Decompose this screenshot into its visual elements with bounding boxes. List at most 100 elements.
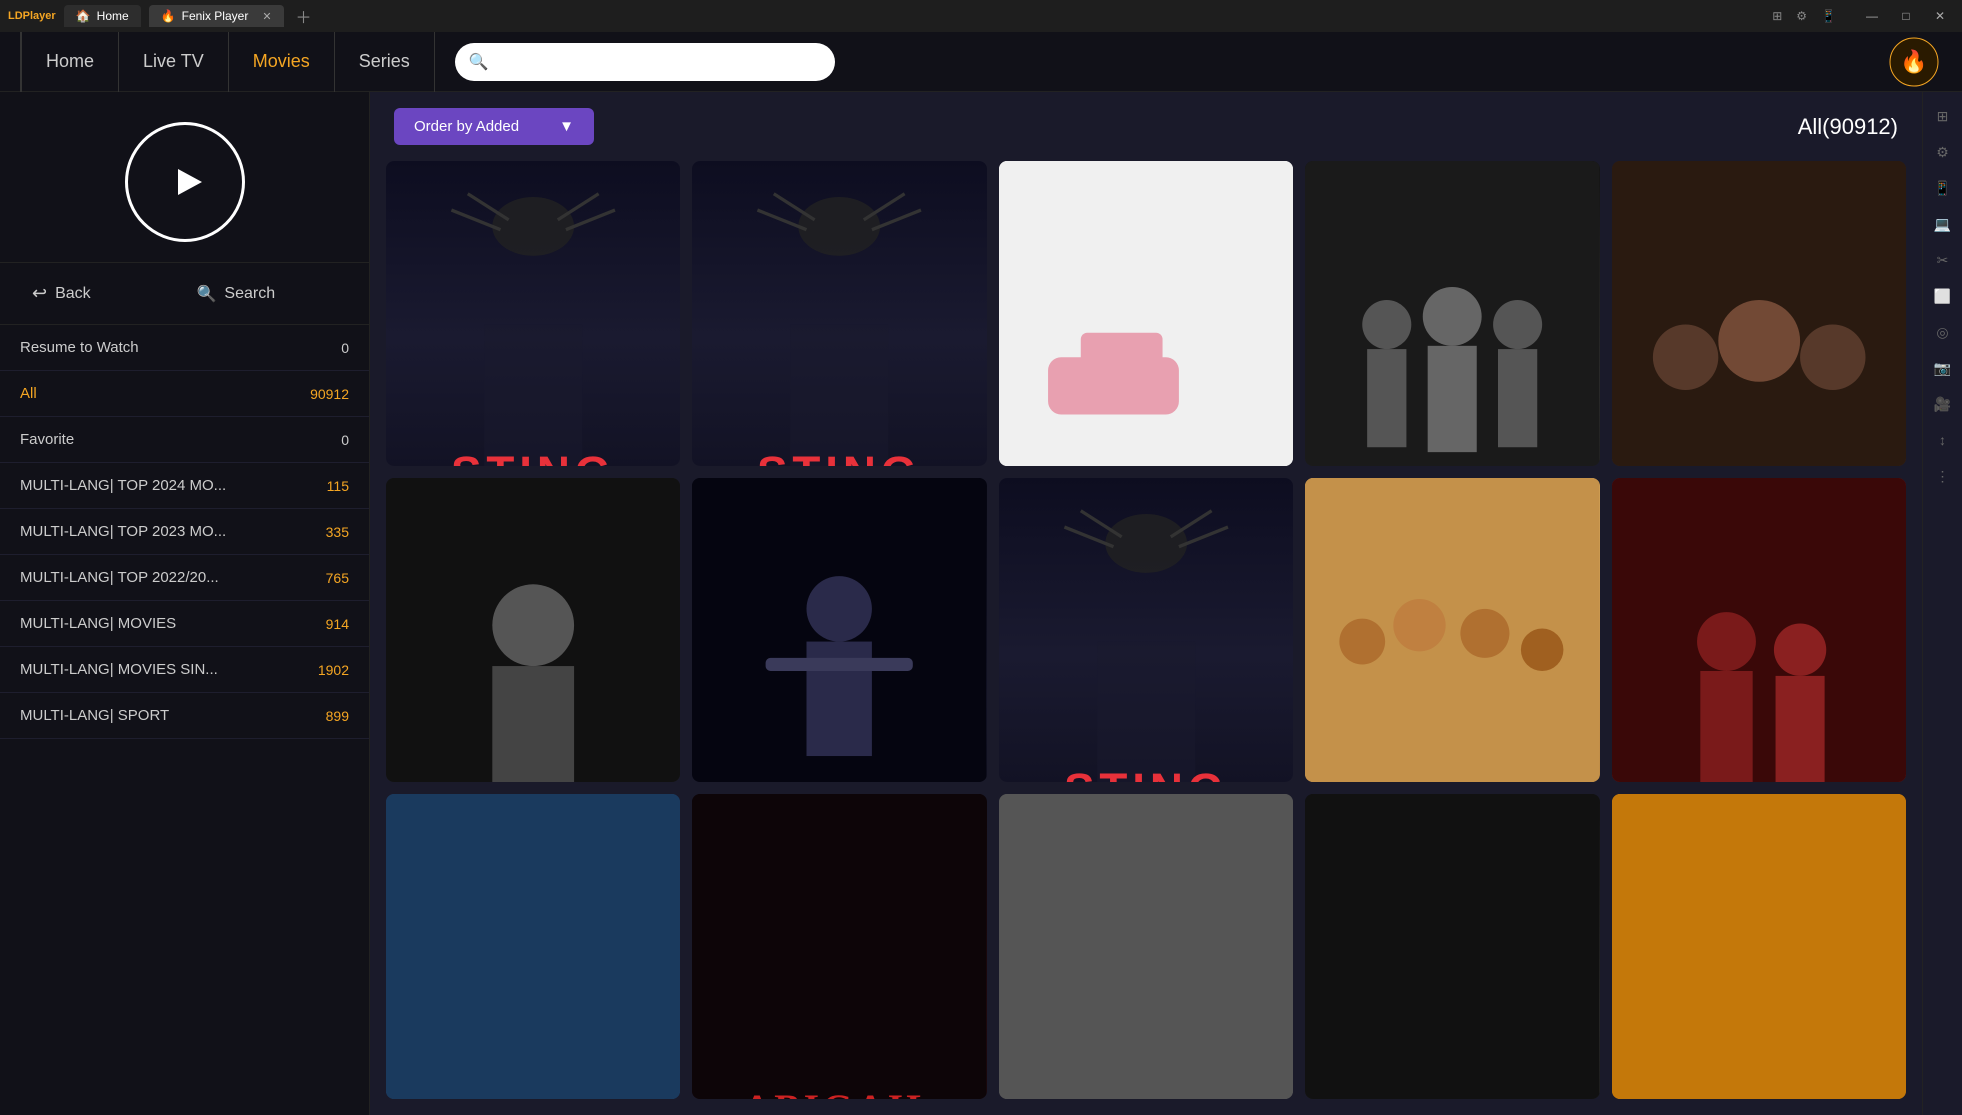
sidebar-item-count: 335 [326, 524, 349, 540]
movie-card[interactable]: SYRIANA EN| Syriana [1612, 161, 1906, 466]
right-panel-icon-10[interactable]: ⋮ [1927, 460, 1959, 492]
sidebar-item-multimovies[interactable]: MULTI-LANG| MOVIES914 [0, 601, 369, 647]
right-panel-icon-5[interactable]: ⬜ [1927, 280, 1959, 312]
movie-card[interactable]: GREEN ZONE EN| Green Zone [386, 478, 680, 783]
sidebar-item-favorite[interactable]: Favorite0 [0, 417, 369, 463]
nav-item-home[interactable]: Home [21, 32, 119, 92]
right-panel-icon-4[interactable]: ✂ [1927, 244, 1959, 276]
movie-poster [1612, 794, 1906, 1099]
poster-art [1612, 794, 1906, 1099]
movie-poster: SYRIANA [1612, 161, 1906, 466]
movie-poster: STING [999, 478, 1293, 783]
icon3: 📱 [1821, 9, 1836, 23]
movie-card[interactable] [386, 794, 680, 1099]
movie-grid: STING EN| Sting STING AR| Sting [370, 161, 1922, 1115]
search-bar[interactable]: 🔍 [455, 43, 835, 81]
right-panel-icon-8[interactable]: 🎥 [1927, 388, 1959, 420]
sidebar-item-resume[interactable]: Resume to Watch0 [0, 325, 369, 371]
right-panel-icon-6[interactable]: ◎ [1927, 316, 1959, 348]
right-panel-icon-3[interactable]: 💻 [1927, 208, 1959, 240]
back-button[interactable]: ↩ Back [20, 273, 185, 314]
sidebar-item-all[interactable]: All90912 [0, 371, 369, 417]
right-panel-icon-0[interactable]: ⊞ [1927, 100, 1959, 132]
movie-card[interactable]: DOUBLE DOWN SOUTH Double Down Sout... [1612, 478, 1906, 783]
poster-art [999, 794, 1293, 1099]
sidebar-item-label: MULTI-LANG| TOP 2023 MO... [20, 523, 326, 540]
svg-text:STING: STING [1064, 764, 1228, 783]
sidebar-item-count: 765 [326, 570, 349, 586]
movie-card[interactable]: STING Sting [MULTI-SUB] [999, 478, 1293, 783]
active-tab[interactable]: 🔥 Fenix Player ✕ [149, 5, 284, 27]
movie-poster: THE KINGDOM [1305, 161, 1599, 466]
chevron-down-icon: ▼ [559, 118, 574, 135]
content-header: Order by Added ▼ All(90912) [370, 92, 1922, 161]
nav-item-livetv[interactable]: Live TV [119, 32, 229, 92]
movie-card[interactable] [999, 794, 1293, 1099]
new-tab-icon[interactable]: ＋ [296, 4, 312, 28]
sidebar-item-multi2024[interactable]: MULTI-LANG| TOP 2024 MO...115 [0, 463, 369, 509]
top-nav: HomeLive TVMoviesSeries 🔍 🔥 [0, 32, 1962, 92]
minimize-button[interactable]: — [1858, 6, 1886, 26]
search-icon: 🔍 [469, 52, 489, 72]
poster-art: WISE GUYS [999, 161, 1293, 466]
sidebar-item-multisin[interactable]: MULTI-LANG| MOVIES SIN...1902 [0, 647, 369, 693]
poster-art: THE KINGDOM [1305, 161, 1599, 466]
sidebar: ↩ Back 🔍 Search Resume to Watch0All90912… [0, 92, 370, 1115]
main-content: Order by Added ▼ All(90912) [370, 92, 1922, 1115]
sidebar-menu: Resume to Watch0All90912Favorite0MULTI-L… [0, 325, 369, 1115]
movie-card[interactable]: STING AR| Sting [692, 161, 986, 466]
home-tab-label: Home [97, 9, 129, 23]
right-panel-icon-9[interactable]: ↕ [1927, 424, 1959, 456]
home-tab[interactable]: 🏠 Home [64, 5, 141, 27]
search-input[interactable] [497, 53, 821, 70]
nav-item-series[interactable]: Series [335, 32, 435, 92]
movie-poster: STING [692, 161, 986, 466]
ld-logo: LDPlayer [8, 10, 56, 22]
svg-text:STING: STING [757, 447, 921, 466]
close-button[interactable]: ✕ [1926, 6, 1954, 26]
movie-card[interactable] [1305, 794, 1599, 1099]
right-panel-icon-7[interactable]: 📷 [1927, 352, 1959, 384]
sidebar-item-count: 1902 [318, 662, 349, 678]
poster-art: la Chimera [1305, 478, 1599, 783]
movie-card[interactable]: ABIGAIL Abigail [692, 794, 986, 1099]
movie-poster [386, 794, 680, 1099]
movie-card[interactable]: STING EN| Sting [386, 161, 680, 466]
play-icon [160, 157, 210, 207]
poster-art: STING [386, 161, 680, 466]
movie-poster: GREEN ZONE [386, 478, 680, 783]
right-panel-icon-2[interactable]: 📱 [1927, 172, 1959, 204]
tab-icon: 🔥 [161, 9, 176, 23]
movie-card[interactable]: la Chimera La Chimera [MULTI... [1305, 478, 1599, 783]
back-label: Back [55, 285, 91, 303]
sidebar-item-label: MULTI-LANG| MOVIES [20, 615, 326, 632]
sidebar-item-multisport[interactable]: MULTI-LANG| SPORT899 [0, 693, 369, 739]
movie-poster: ABIGAIL [692, 794, 986, 1099]
movie-card[interactable]: YODHA Yodha [MULTI-SUB] [692, 478, 986, 783]
sidebar-item-label: MULTI-LANG| SPORT [20, 707, 326, 724]
sidebar-item-multi2022[interactable]: MULTI-LANG| TOP 2022/20...765 [0, 555, 369, 601]
movie-poster: DOUBLE DOWN SOUTH [1612, 478, 1906, 783]
sidebar-item-count: 115 [327, 478, 349, 494]
search-sidebar-icon: 🔍 [197, 284, 217, 304]
svg-text:ABIGAIL: ABIGAIL [743, 1087, 936, 1099]
brand-icon: 🔥 [1889, 37, 1939, 87]
movie-card[interactable] [1612, 794, 1906, 1099]
movie-card[interactable]: WISE GUYS EN| Wise Guys [999, 161, 1293, 466]
maximize-button[interactable]: □ [1892, 6, 1920, 26]
sidebar-item-multi2023[interactable]: MULTI-LANG| TOP 2023 MO...335 [0, 509, 369, 555]
movie-poster: la Chimera [1305, 478, 1599, 783]
search-button[interactable]: 🔍 Search [185, 274, 350, 314]
right-panel-icon-1[interactable]: ⚙ [1927, 136, 1959, 168]
order-label: Order by Added [414, 118, 519, 135]
close-tab-icon[interactable]: ✕ [262, 10, 271, 23]
sidebar-item-count: 914 [326, 616, 349, 632]
movie-card[interactable]: THE KINGDOM EN| The Kingdom [1305, 161, 1599, 466]
poster-art: YODHA [692, 478, 986, 783]
nav-item-movies[interactable]: Movies [229, 32, 335, 92]
svg-text:STING: STING [451, 447, 615, 466]
search-label: Search [224, 285, 275, 303]
poster-art: STING [999, 478, 1293, 783]
order-dropdown[interactable]: Order by Added ▼ [394, 108, 594, 145]
play-circle [125, 122, 245, 242]
